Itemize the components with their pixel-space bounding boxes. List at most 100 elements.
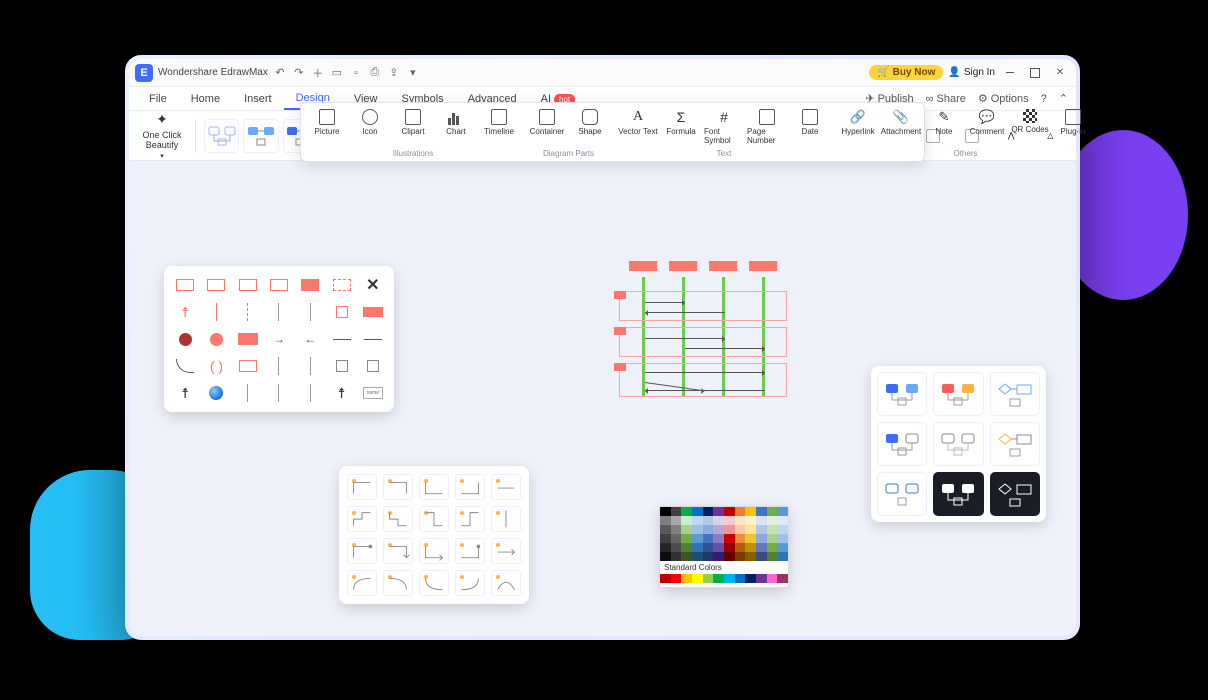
shape-arrow-left[interactable]: [297, 328, 323, 350]
sample-sequence-diagram[interactable]: [619, 261, 789, 411]
color-swatch[interactable]: [681, 543, 692, 552]
conn-5[interactable]: [491, 474, 521, 500]
color-swatch[interactable]: [692, 507, 703, 516]
color-swatch[interactable]: [777, 552, 788, 561]
shape-vline-t2[interactable]: [297, 355, 323, 377]
color-swatch[interactable]: [777, 507, 788, 516]
share-button[interactable]: ∞Share: [926, 93, 966, 105]
theme-card-5[interactable]: [933, 422, 983, 466]
shape-box-t2[interactable]: [360, 355, 386, 377]
shape-arrow-right[interactable]: [266, 328, 292, 350]
color-swatch[interactable]: [703, 543, 714, 552]
shape-vline-dash[interactable]: [235, 301, 261, 323]
color-swatch[interactable]: [703, 552, 714, 561]
color-swatch[interactable]: [660, 516, 671, 525]
print-icon[interactable]: ⎙: [368, 66, 382, 80]
color-swatch[interactable]: [724, 574, 735, 583]
shape-vline-gray-2[interactable]: [297, 301, 323, 323]
buy-now-button[interactable]: 🛒Buy Now: [869, 65, 943, 80]
color-swatch[interactable]: [681, 534, 692, 543]
shape-vline-t[interactable]: [266, 355, 292, 377]
theme-card-3[interactable]: [990, 372, 1040, 416]
color-swatch[interactable]: [681, 516, 692, 525]
color-swatch[interactable]: [735, 543, 746, 552]
conn-8[interactable]: [419, 506, 449, 532]
conn-9[interactable]: [455, 506, 485, 532]
theme-card-6[interactable]: [990, 422, 1040, 466]
color-swatch[interactable]: [745, 574, 756, 583]
color-swatch[interactable]: [756, 507, 767, 516]
shape-arc-down[interactable]: [172, 355, 198, 377]
sign-in-button[interactable]: 👤Sign In: [948, 67, 995, 78]
color-swatch[interactable]: [703, 507, 714, 516]
conn-17[interactable]: [383, 570, 413, 596]
color-swatch[interactable]: [777, 543, 788, 552]
color-swatch[interactable]: [724, 534, 735, 543]
one-click-beautify-button[interactable]: ✦ One Click Beautify ▾: [137, 111, 187, 160]
color-swatch[interactable]: [671, 534, 682, 543]
color-swatch[interactable]: [671, 552, 682, 561]
shape-vline-g3[interactable]: [297, 382, 323, 404]
color-swatch[interactable]: [703, 525, 714, 534]
conn-1[interactable]: [347, 474, 377, 500]
color-swatch[interactable]: [660, 534, 671, 543]
conn-18[interactable]: [419, 570, 449, 596]
color-swatch[interactable]: [745, 552, 756, 561]
insert-hyperlink[interactable]: 🔗Hyperlink: [838, 105, 878, 136]
color-swatch[interactable]: [756, 574, 767, 583]
save-icon[interactable]: ▫: [349, 66, 363, 80]
export-icon[interactable]: ⇪: [387, 66, 401, 80]
color-swatch[interactable]: [703, 516, 714, 525]
conn-13[interactable]: [419, 538, 449, 564]
theme-card-8-dark[interactable]: [933, 472, 983, 516]
shape-dash-rect[interactable]: [328, 274, 354, 296]
shape-frame-1[interactable]: [172, 274, 198, 296]
conn-20[interactable]: [491, 570, 521, 596]
color-swatch[interactable]: [777, 534, 788, 543]
theme-card-7[interactable]: [877, 472, 927, 516]
color-swatch[interactable]: [777, 525, 788, 534]
shape-actor-3[interactable]: ☨: [328, 382, 354, 404]
color-swatch[interactable]: [756, 543, 767, 552]
color-swatch[interactable]: [660, 525, 671, 534]
theme-card-2[interactable]: [933, 372, 983, 416]
theme-card-9-dark[interactable]: [990, 472, 1040, 516]
conn-19[interactable]: [455, 570, 485, 596]
shape-vline-g2[interactable]: [266, 382, 292, 404]
insert-font-symbol[interactable]: #Font Symbol: [704, 105, 744, 145]
color-swatch[interactable]: [777, 574, 788, 583]
menu-insert[interactable]: Insert: [232, 89, 284, 109]
color-swatch[interactable]: [767, 574, 778, 583]
insert-chart[interactable]: Chart: [436, 105, 476, 136]
color-swatch[interactable]: [735, 552, 746, 561]
insert-comment[interactable]: 💬Comment: [967, 105, 1007, 136]
color-swatch[interactable]: [756, 516, 767, 525]
color-swatch[interactable]: [713, 525, 724, 534]
insert-container[interactable]: Container: [527, 105, 567, 136]
insert-attachment[interactable]: 📎Attachment: [881, 105, 921, 136]
insert-date[interactable]: Date: [790, 105, 830, 145]
color-swatch[interactable]: [713, 507, 724, 516]
shape-frame-2[interactable]: [203, 274, 229, 296]
color-swatch[interactable]: [692, 552, 703, 561]
undo-icon[interactable]: ↶: [273, 66, 287, 80]
color-swatch[interactable]: [703, 574, 714, 583]
shape-label[interactable]: [235, 328, 261, 350]
color-swatch[interactable]: [681, 525, 692, 534]
canvas[interactable]: ✕ ☨ ( ): [129, 161, 1076, 636]
color-swatch[interactable]: [713, 516, 724, 525]
color-swatch[interactable]: [671, 543, 682, 552]
window-maximize-button[interactable]: [1025, 64, 1045, 82]
shape-line-2[interactable]: [360, 328, 386, 350]
color-swatch[interactable]: [681, 507, 692, 516]
color-swatch[interactable]: [713, 574, 724, 583]
color-swatch[interactable]: [745, 516, 756, 525]
shape-vline-g[interactable]: [235, 382, 261, 404]
color-swatch[interactable]: [756, 525, 767, 534]
color-swatch[interactable]: [713, 534, 724, 543]
window-minimize-button[interactable]: [1000, 64, 1020, 82]
shape-paren[interactable]: ( ): [203, 355, 229, 377]
conn-4[interactable]: [455, 474, 485, 500]
conn-2[interactable]: [383, 474, 413, 500]
color-swatch[interactable]: [671, 507, 682, 516]
